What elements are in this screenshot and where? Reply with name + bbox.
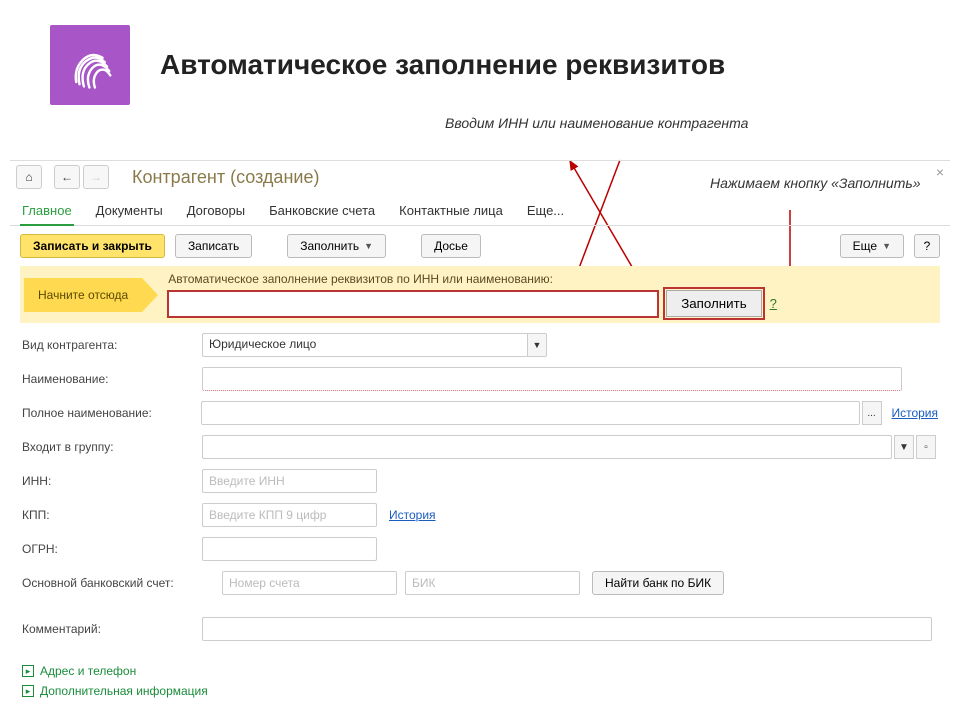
kpp-history-link[interactable]: История: [389, 508, 436, 522]
name-input[interactable]: [202, 367, 902, 391]
autofill-bar: Начните отсюда Автоматическое заполнение…: [20, 266, 940, 323]
group-input[interactable]: [202, 435, 892, 459]
tab-more[interactable]: Еще...: [525, 199, 566, 225]
fullname-history-link[interactable]: История: [891, 406, 938, 420]
bik-input[interactable]: [405, 571, 580, 595]
tab-contacts[interactable]: Контактные лица: [397, 199, 505, 225]
tab-contracts[interactable]: Договоры: [185, 199, 247, 225]
fullname-ellipsis-button[interactable]: ...: [862, 401, 882, 425]
write-close-button[interactable]: Записать и закрыть: [20, 234, 165, 258]
window-title: Контрагент (создание): [132, 167, 319, 188]
fingerprint-icon: [63, 38, 118, 93]
tab-documents[interactable]: Документы: [94, 199, 165, 225]
autofill-help-link[interactable]: ?: [770, 296, 777, 311]
caret-down-icon: ▼: [364, 241, 373, 251]
expand-icon: ▸: [22, 665, 34, 677]
tabs: Главное Документы Договоры Банковские сч…: [10, 193, 950, 226]
name-label: Наименование:: [22, 372, 202, 386]
expand-icon: ▸: [22, 685, 34, 697]
forward-button[interactable]: →: [83, 165, 109, 189]
caret-down-icon: ▼: [882, 241, 891, 251]
find-bank-button[interactable]: Найти банк по БИК: [592, 571, 724, 595]
fullname-input[interactable]: [201, 401, 859, 425]
group-caret-button[interactable]: ▼: [894, 435, 914, 459]
type-label: Вид контрагента:: [22, 338, 202, 352]
autofill-input[interactable]: [168, 291, 658, 317]
type-caret-icon[interactable]: ▼: [527, 333, 547, 357]
bank-label: Основной банковский счет:: [22, 576, 222, 590]
expand-address[interactable]: ▸ Адрес и телефон: [10, 661, 950, 681]
arrow-right-icon: [142, 278, 158, 312]
tab-bank[interactable]: Банковские счета: [267, 199, 377, 225]
expand-extra[interactable]: ▸ Дополнительная информация: [10, 681, 950, 701]
inn-label: ИНН:: [22, 474, 202, 488]
close-icon[interactable]: ×: [936, 164, 944, 180]
dossier-button[interactable]: Досье: [421, 234, 481, 258]
group-open-button[interactable]: ▫: [916, 435, 936, 459]
comment-input[interactable]: [202, 617, 932, 641]
home-button[interactable]: ⌂: [16, 165, 42, 189]
page-heading: Автоматическое заполнение реквизитов: [160, 49, 725, 81]
fullname-label: Полное наименование:: [22, 406, 201, 420]
account-input[interactable]: [222, 571, 397, 595]
more-button[interactable]: Еще▼: [840, 234, 904, 258]
start-here-label: Начните отсюда: [24, 278, 142, 312]
ogrn-label: ОГРН:: [22, 542, 202, 556]
autofill-label: Автоматическое заполнение реквизитов по …: [168, 272, 930, 286]
group-label: Входит в группу:: [22, 440, 202, 454]
back-button[interactable]: ←: [54, 165, 80, 189]
ogrn-input[interactable]: [202, 537, 377, 561]
fill-dropdown-button[interactable]: Заполнить▼: [287, 234, 386, 258]
type-select[interactable]: Юридическое лицо: [202, 333, 527, 357]
inn-input[interactable]: [202, 469, 377, 493]
write-button[interactable]: Записать: [175, 234, 252, 258]
comment-label: Комментарий:: [22, 622, 202, 636]
tab-main[interactable]: Главное: [20, 199, 74, 226]
logo: [50, 25, 130, 105]
kpp-input[interactable]: [202, 503, 377, 527]
kpp-label: КПП:: [22, 508, 202, 522]
annotation-input: Вводим ИНН или наименование контрагента: [445, 115, 748, 131]
autofill-button[interactable]: Заполнить: [666, 290, 761, 317]
help-button[interactable]: ?: [914, 234, 940, 258]
